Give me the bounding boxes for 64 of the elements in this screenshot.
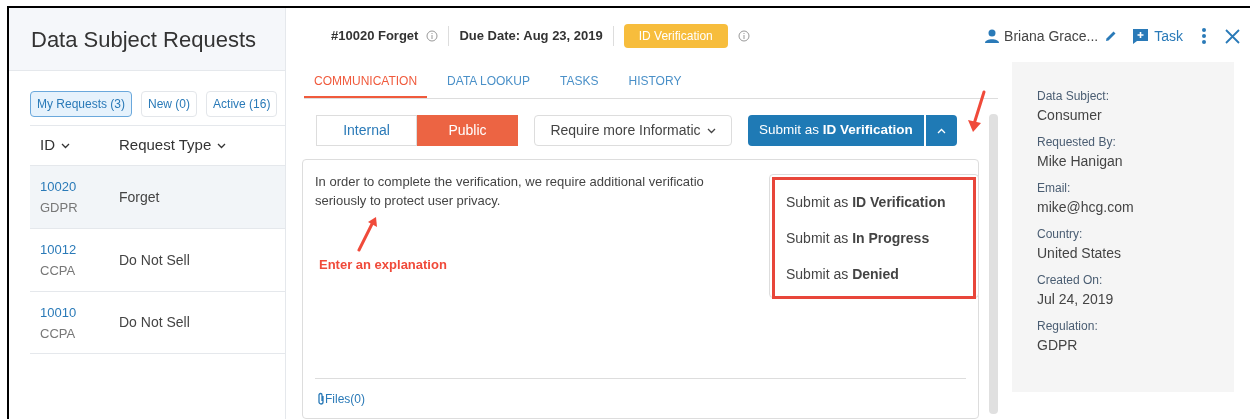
task-button[interactable]: Task — [1132, 25, 1183, 47]
column-header[interactable]: ID — [30, 134, 119, 157]
request-row[interactable]: 10020 GDPR Forget — [30, 165, 285, 228]
regulation-text: CCPA — [40, 324, 77, 343]
filter-button[interactable]: New (0) — [141, 91, 198, 117]
more-icon[interactable] — [1201, 27, 1207, 45]
arrow-annotation — [966, 90, 988, 134]
request-id[interactable]: 10020 — [40, 176, 119, 197]
detail-value: mike@hcg.com — [1037, 198, 1134, 217]
filter-button[interactable]: Active (16) — [206, 91, 278, 117]
detail-value: United States — [1037, 244, 1122, 263]
request-type: Do Not Sell — [119, 313, 190, 332]
files-link[interactable]: Files(0) — [317, 389, 365, 408]
menu-item[interactable]: Submit as Denied — [775, 256, 973, 292]
message-text: seriously to protect user privacy. — [315, 192, 501, 210]
expand-button[interactable] — [925, 115, 957, 146]
request-id[interactable]: 10012 — [40, 239, 119, 260]
chevron-icon — [936, 127, 946, 134]
detail-label: Data Subject: — [1037, 88, 1110, 105]
status-badge: ID Verification — [623, 24, 728, 48]
submit-button[interactable]: Submit as ID Verification — [748, 115, 924, 146]
visibility-toggle[interactable]: Internal — [316, 115, 417, 146]
info-icon — [426, 30, 439, 42]
detail-label: Email: — [1037, 180, 1071, 197]
scrollbar[interactable] — [989, 114, 998, 414]
request-row[interactable]: 10010 CCPA Do Not Sell — [30, 291, 285, 354]
request-title: #10020 Forget — [331, 27, 419, 46]
detail-value: Mike Hanigan — [1037, 152, 1123, 171]
detail-value: GDPR — [1037, 336, 1078, 355]
person-icon — [984, 28, 1001, 44]
detail-label: Created On: — [1037, 272, 1103, 289]
regulation-text: CCPA — [40, 262, 77, 280]
template-dropdown[interactable]: Require more Informatic — [534, 115, 732, 146]
chevron-icon — [61, 142, 70, 149]
panel-title: Data Subject Requests — [31, 25, 257, 54]
annotation-text: Enter an explanation — [319, 256, 447, 274]
chevron-icon — [706, 127, 716, 134]
detail-label: Requested By: — [1037, 134, 1116, 151]
request-id[interactable]: 10010 — [40, 301, 119, 323]
menu-item[interactable]: Submit as In Progress — [775, 220, 973, 256]
filter-button[interactable]: My Requests (3) — [30, 91, 133, 117]
request-type: Do Not Sell — [119, 250, 190, 270]
tab[interactable]: DATA LOOKUP — [437, 72, 541, 98]
paperclip-icon — [317, 391, 325, 406]
detail-value: Jul 24, 2019 — [1037, 290, 1114, 309]
visibility-toggle[interactable]: Public — [417, 115, 518, 146]
request-type: Forget — [119, 187, 160, 207]
tab[interactable]: HISTORY — [618, 72, 692, 98]
assignee-name: Briana Grace... — [1004, 26, 1099, 46]
menu-item[interactable]: Submit as ID Verification — [775, 184, 973, 220]
close-icon[interactable] — [1225, 28, 1240, 44]
tab[interactable]: TASKS — [550, 72, 609, 98]
detail-label: Regulation: — [1037, 318, 1098, 335]
due-date: Due Date: Aug 23, 2019 — [459, 27, 603, 46]
column-header[interactable]: Request Type — [119, 134, 227, 157]
tab[interactable]: COMMUNICATION — [304, 72, 428, 98]
message-text: In order to complete the verification, we require additional verificatio — [315, 173, 704, 191]
edit-icon[interactable] — [1104, 29, 1119, 43]
add-comment-icon — [1132, 27, 1150, 45]
detail-value: Consumer — [1037, 106, 1102, 125]
info-icon — [737, 30, 750, 42]
regulation-text: GDPR — [40, 199, 79, 217]
chevron-icon — [217, 142, 227, 149]
detail-label: Country: — [1037, 226, 1083, 243]
